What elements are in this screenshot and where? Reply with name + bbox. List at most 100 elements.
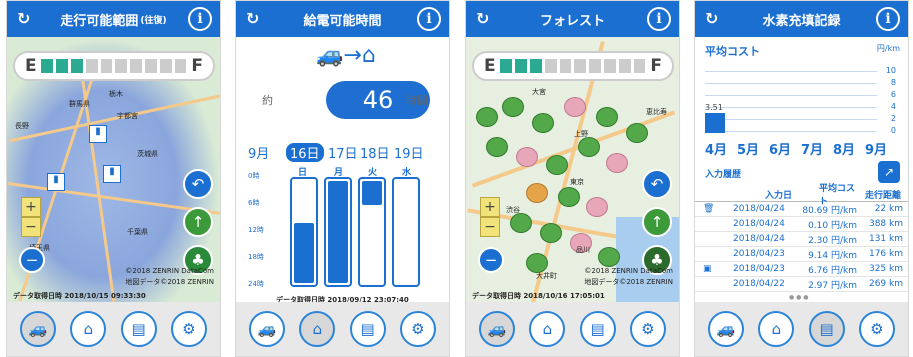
screen-range-map: ↻ 走行可能範囲 (往復) i E F 長野 群馬県 栃木 宇都宮 茨城県 千葉… <box>6 0 221 357</box>
tree-icon[interactable] <box>578 137 600 157</box>
list-icon[interactable]: ▤ <box>349 311 386 347</box>
car-icon[interactable]: 🚙 <box>479 311 516 347</box>
empty-label: E <box>25 56 37 76</box>
table-row[interactable]: 2018/04/22 2.97 円/km 269 km <box>695 277 908 292</box>
row-cost: 6.76 円/km <box>808 265 857 276</box>
car-icon[interactable]: 🚙 <box>708 311 745 347</box>
tree-icon[interactable] <box>516 147 538 167</box>
station-icon[interactable]: ▮ <box>47 173 65 191</box>
share-button[interactable]: ↗ <box>878 161 900 183</box>
list-icon[interactable]: ▤ <box>808 311 845 347</box>
month-label[interactable]: 4月 <box>705 139 727 158</box>
tree-icon[interactable] <box>526 183 548 203</box>
table-row[interactable]: 2018/04/23 9.14 円/km 176 km <box>695 247 908 262</box>
gear-icon[interactable]: ⚙ <box>399 311 436 347</box>
list-icon[interactable]: ▤ <box>120 311 157 347</box>
home-icon[interactable]: ⌂ <box>529 311 566 347</box>
month-label[interactable]: 6月 <box>769 139 791 158</box>
info-icon[interactable]: i <box>417 7 441 31</box>
card-icon[interactable]: ▣ <box>695 264 721 274</box>
home-icon[interactable]: ⌂ <box>758 311 795 347</box>
map[interactable]: E F 大宮 上野 東京 渋谷 恵比寿 品川 大井町 ↶ ↑ ♣ + − − ©… <box>466 37 679 304</box>
day-label[interactable]: 18日 <box>360 143 390 162</box>
station-icon[interactable]: ▮ <box>103 165 121 183</box>
row-dist: 131 km <box>868 234 903 244</box>
day-column <box>358 177 386 287</box>
row-date: 2018/04/22 <box>733 279 785 289</box>
zoom-out-button[interactable]: − <box>480 217 500 237</box>
timestamp: データ取得日時 2018/10/15 09:33:30 <box>13 292 146 300</box>
y-tick: 10 <box>885 66 896 75</box>
table-row[interactable]: 🗑 2018/04/24 80.69 円/km 22 km <box>695 202 908 217</box>
station-icon[interactable]: ▮ <box>89 125 107 143</box>
trash-icon[interactable]: 🗑 <box>695 204 721 214</box>
reroute-button[interactable]: ↶ <box>642 169 672 199</box>
tree-icon[interactable] <box>606 153 628 173</box>
gear-icon[interactable]: ⚙ <box>858 311 895 347</box>
minus-button[interactable]: − <box>478 247 504 273</box>
hour-label: 24時 <box>248 280 264 288</box>
tree-icon[interactable] <box>564 97 586 117</box>
hour-label: 6時 <box>248 199 260 207</box>
zoom-in-button[interactable]: + <box>480 197 500 217</box>
tree-icon[interactable] <box>598 247 620 267</box>
day-label[interactable]: 17日 <box>328 143 358 162</box>
page-title: 給電可能時間 <box>303 13 382 29</box>
tree-icon[interactable] <box>586 197 608 217</box>
row-cost: 2.30 円/km <box>808 235 857 246</box>
map-label: 茨城県 <box>137 150 158 158</box>
info-icon[interactable]: i <box>647 7 671 31</box>
tree-icon[interactable] <box>526 253 548 273</box>
page-title: 水素充填記録 <box>762 13 841 29</box>
tree-icon[interactable] <box>486 137 508 157</box>
header: ↻ フォレスト i <box>466 1 679 37</box>
table-row[interactable]: 2018/04/24 0.10 円/km 388 km <box>695 217 908 232</box>
refresh-icon[interactable]: ↻ <box>246 9 259 28</box>
month-label[interactable]: 9月 <box>865 139 887 158</box>
zoom-in-button[interactable]: + <box>21 197 41 217</box>
gear-icon[interactable]: ⚙ <box>170 311 207 347</box>
map-label: 東京 <box>570 178 584 186</box>
home-icon[interactable]: ⌂ <box>70 311 107 347</box>
tree-icon[interactable] <box>532 113 554 133</box>
bottom-nav: 🚙 ⌂ ▤ ⚙ <box>7 302 220 356</box>
day-label[interactable]: 19日 <box>394 143 424 162</box>
tree-icon[interactable] <box>596 107 618 127</box>
refresh-icon[interactable]: ↻ <box>17 9 30 28</box>
list-icon[interactable]: ▤ <box>579 311 616 347</box>
car-icon[interactable]: 🚙 <box>249 311 286 347</box>
tree-icon[interactable] <box>540 223 562 243</box>
copyright: 地図データ©2018 ZENRIN <box>125 278 214 286</box>
map-label: 上野 <box>574 130 588 138</box>
tree-icon[interactable] <box>476 107 498 127</box>
direction-button[interactable]: ↑ <box>183 207 213 237</box>
tree-icon[interactable] <box>558 187 580 207</box>
reroute-button[interactable]: ↶ <box>183 169 213 199</box>
hour-label: 12時 <box>248 226 264 234</box>
screen-forest: ↻ フォレスト i E F 大宮 上野 東京 渋谷 恵比寿 品川 大井町 ↶ ↑… <box>465 0 680 357</box>
car-icon[interactable]: 🚙 <box>20 311 57 347</box>
refresh-icon[interactable]: ↻ <box>476 9 489 28</box>
month-label[interactable]: 5月 <box>737 139 759 158</box>
tree-icon[interactable] <box>546 155 568 175</box>
home-icon[interactable]: ⌂ <box>299 311 336 347</box>
day-selected[interactable]: 16日 <box>286 143 324 162</box>
refresh-icon[interactable]: ↻ <box>705 9 718 28</box>
screen-hydrogen-log: ↻ 水素充填記録 i 平均コスト 円/km 10 8 6 4 2 0 3.51 … <box>694 0 909 357</box>
zoom-out-button[interactable]: − <box>21 217 41 237</box>
direction-button[interactable]: ↑ <box>642 207 672 237</box>
month-label[interactable]: 8月 <box>833 139 855 158</box>
table-row[interactable]: ▣ 2018/04/23 6.76 円/km 325 km <box>695 262 908 277</box>
tree-icon[interactable] <box>626 123 648 143</box>
table-row[interactable]: 2018/04/24 2.30 円/km 131 km <box>695 232 908 247</box>
info-icon[interactable]: i <box>876 7 900 31</box>
map[interactable]: E F 長野 群馬県 栃木 宇都宮 茨城県 千葉県 埼玉県 ▮ ▮ ▮ ↶ ↑ … <box>7 37 220 304</box>
info-icon[interactable]: i <box>188 7 212 31</box>
gear-icon[interactable]: ⚙ <box>629 311 666 347</box>
map-label: 千葉県 <box>127 228 148 236</box>
tree-icon[interactable] <box>510 213 532 233</box>
map-label: 長野 <box>15 122 29 130</box>
month-label[interactable]: 7月 <box>801 139 823 158</box>
minus-button[interactable]: − <box>19 247 45 273</box>
tree-icon[interactable] <box>502 97 524 117</box>
